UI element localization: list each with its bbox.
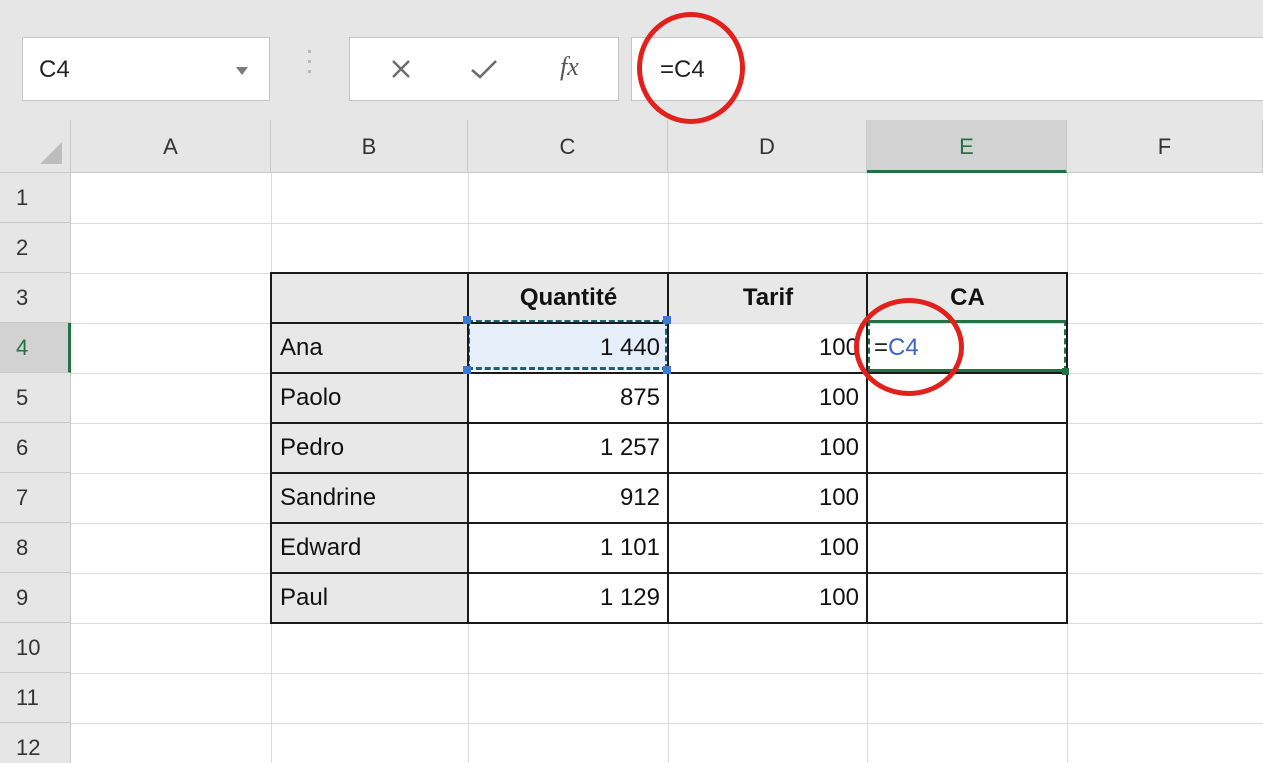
cell-d8[interactable]: 100 (669, 523, 867, 573)
range-handle[interactable] (663, 316, 671, 324)
table-border (667, 272, 669, 624)
table-border (270, 272, 1068, 274)
column-header-a[interactable]: A (71, 120, 271, 173)
cell-c3[interactable]: Quantité (469, 273, 668, 323)
cell-b6[interactable]: Pedro (272, 423, 468, 473)
table-border (467, 272, 469, 624)
row-header-11[interactable]: 11 (0, 673, 71, 723)
cell-d4[interactable]: 100 (669, 323, 867, 373)
fill-handle[interactable] (1062, 368, 1069, 375)
column-header-e[interactable]: E (867, 120, 1067, 173)
row-header-7[interactable]: 7 (0, 473, 71, 523)
annotation-circle (854, 298, 964, 396)
cell-d5[interactable]: 100 (669, 373, 867, 423)
cell-b7[interactable]: Sandrine (272, 473, 468, 523)
table-border (270, 272, 272, 624)
table-border (270, 422, 1068, 424)
chevron-down-icon[interactable] (236, 67, 248, 75)
select-all-icon (40, 142, 62, 164)
cell-b3[interactable] (272, 273, 468, 323)
cell-d6[interactable]: 100 (669, 423, 867, 473)
cell-c4[interactable]: 1 440 (469, 323, 668, 373)
row-header-8[interactable]: 8 (0, 523, 71, 573)
range-handle[interactable] (663, 366, 671, 374)
cell-b5[interactable]: Paolo (272, 373, 468, 423)
cell-d7[interactable]: 100 (669, 473, 867, 523)
gridline (71, 673, 1263, 674)
row-header-1[interactable]: 1 (0, 173, 71, 223)
range-handle[interactable] (463, 316, 471, 324)
worksheet-grid: A B C D E F 1 2 3 4 5 6 7 8 9 10 11 12 Q… (0, 120, 1263, 763)
cell-b9[interactable]: Paul (272, 573, 468, 623)
row-header-3[interactable]: 3 (0, 273, 71, 323)
name-box[interactable]: C4 (22, 37, 270, 101)
row-header-5[interactable]: 5 (0, 373, 71, 423)
checkmark-icon[interactable] (469, 57, 499, 81)
formula-bar: C4 fx =C4 (0, 0, 1263, 120)
table-border (1066, 272, 1068, 624)
cell-d3[interactable]: Tarif (669, 273, 867, 323)
table-border (270, 572, 1068, 574)
cell-d9[interactable]: 100 (669, 573, 867, 623)
column-header-b[interactable]: B (271, 120, 468, 173)
formula-buttons: fx (349, 37, 619, 101)
column-header-c[interactable]: C (468, 120, 668, 173)
column-header-d[interactable]: D (668, 120, 867, 173)
cell-b8[interactable]: Edward (272, 523, 468, 573)
annotation-circle (637, 12, 745, 124)
table-border (270, 472, 1068, 474)
row-header-2[interactable]: 2 (0, 223, 71, 273)
select-all-button[interactable] (0, 120, 71, 173)
row-header-9[interactable]: 9 (0, 573, 71, 623)
name-box-value: C4 (39, 56, 70, 83)
cell-c8[interactable]: 1 101 (469, 523, 668, 573)
close-icon[interactable] (390, 58, 412, 80)
column-header-f[interactable]: F (1067, 120, 1263, 173)
gridline (71, 723, 1263, 724)
range-handle[interactable] (463, 366, 471, 374)
cell-b4[interactable]: Ana (272, 323, 468, 373)
row-header-6[interactable]: 6 (0, 423, 71, 473)
grip-handle-icon[interactable] (308, 50, 312, 86)
gridline (71, 223, 1263, 224)
table-border (270, 522, 1068, 524)
row-header-12[interactable]: 12 (0, 723, 71, 763)
cell-c5[interactable]: 875 (469, 373, 668, 423)
table-border (270, 622, 1068, 624)
row-header-4[interactable]: 4 (0, 323, 71, 373)
cell-c7[interactable]: 912 (469, 473, 668, 523)
cell-c6[interactable]: 1 257 (469, 423, 668, 473)
fx-icon[interactable]: fx (560, 52, 579, 82)
row-header-10[interactable]: 10 (0, 623, 71, 673)
cell-c9[interactable]: 1 129 (469, 573, 668, 623)
